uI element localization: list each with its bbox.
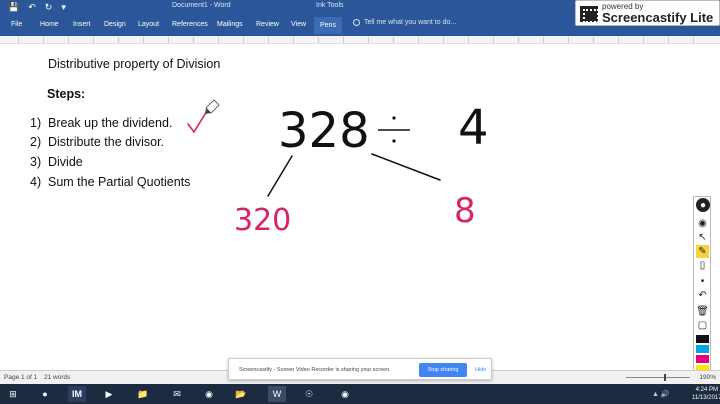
division-sign-ink: [378, 116, 410, 143]
eraser-icon[interactable]: ▯: [696, 259, 709, 272]
tab-insert[interactable]: Insert: [70, 19, 94, 31]
ink-tools-label: Ink Tools: [316, 2, 344, 9]
ruler: [0, 36, 720, 44]
system-tray[interactable]: ▲ 🔊: [652, 390, 670, 398]
step-number: 1): [30, 116, 42, 130]
zoom-level[interactable]: 190%: [699, 374, 716, 381]
ruler-ticks: [18, 37, 698, 43]
tab-design[interactable]: Design: [101, 19, 129, 31]
document-heading: Distributive property of Division: [48, 57, 221, 71]
step-number: 2): [30, 135, 42, 149]
explorer-icon[interactable]: 📁: [134, 386, 152, 402]
outlook-icon[interactable]: ✉: [168, 386, 186, 402]
step-text: Distribute the divisor.: [48, 135, 165, 149]
tab-mailings[interactable]: Mailings: [214, 19, 246, 31]
clock[interactable]: 4:24 PM 11/13/2017: [692, 386, 720, 402]
tab-layout[interactable]: Layout: [135, 19, 162, 31]
step-text: Divide: [48, 155, 83, 169]
redo-icon[interactable]: ↻: [45, 2, 53, 12]
color-magenta-swatch[interactable]: [696, 355, 709, 363]
media-icon[interactable]: ▶: [100, 386, 118, 402]
cursor-icon[interactable]: ↖: [696, 231, 709, 244]
eye-icon[interactable]: ◉: [696, 217, 709, 230]
tab-view[interactable]: View: [288, 19, 309, 31]
screencastify-logo-icon: [580, 6, 599, 23]
page-count[interactable]: Page 1 of 1: [4, 374, 37, 381]
step-item: 4) Sum the Partial Quotients: [30, 175, 190, 189]
clock-date: 11/13/2017: [692, 395, 720, 401]
clock-time: 4:24 PM: [695, 387, 718, 393]
step-item: 1) Break up the dividend.: [30, 116, 172, 130]
customize-qa-icon[interactable]: ▾: [61, 2, 66, 12]
taskbar: ⊞ ● IM ▶ 📁 ✉ ◉ 📂 W ☉ ◉ ▲ 🔊 4:24 PM 11/13…: [0, 384, 720, 404]
quick-access-toolbar: 💾 ↶ ↻ ▾: [8, 2, 66, 12]
step-text: Break up the dividend.: [48, 116, 173, 130]
zoom-slider[interactable]: [626, 377, 690, 378]
steps-label: Steps:: [47, 87, 86, 101]
right-branch-ink: [371, 153, 441, 181]
color-black-swatch[interactable]: [696, 335, 709, 343]
tab-pens[interactable]: Pens: [314, 17, 342, 34]
folder-icon[interactable]: 📂: [232, 386, 250, 402]
tell-me-text: Tell me what you want to do...: [364, 19, 457, 26]
document-title: Document1 - Word: [172, 2, 231, 9]
share-message: Screencastify - Screen Video Recorder is…: [239, 367, 391, 373]
step-item: 3) Divide: [30, 155, 83, 169]
screencastify-name: Screencastify Lite: [602, 10, 714, 25]
partial-divisor-ink: 8: [454, 191, 476, 231]
step-text: Sum the Partial Quotients: [48, 175, 191, 189]
word-count[interactable]: 21 words: [44, 374, 70, 381]
step-number: 3): [30, 155, 42, 169]
document-canvas[interactable]: Distributive property of Division Steps:…: [0, 44, 720, 394]
tab-review[interactable]: Review: [253, 19, 282, 31]
trash-icon[interactable]: 🗑: [696, 305, 709, 318]
chrome-icon[interactable]: ◉: [200, 386, 218, 402]
highlighter-icon[interactable]: ✎: [696, 245, 709, 258]
lightbulb-icon[interactable]: ●: [696, 198, 710, 212]
undo-icon[interactable]: ↶: [696, 289, 709, 302]
undo-icon[interactable]: ↶: [28, 2, 36, 12]
ink-layer: 328 4 320 8: [187, 99, 489, 238]
tab-home[interactable]: Home: [37, 19, 62, 31]
lightbulb-icon: [353, 19, 360, 26]
divisor-ink: 4: [458, 100, 489, 156]
word-window: 💾 ↶ ↻ ▾ Document1 - Word Ink Tools File …: [0, 0, 720, 404]
checkmark-ink: [187, 105, 211, 134]
stop-sharing-button[interactable]: Stop sharing: [419, 363, 467, 377]
word-icon[interactable]: W: [268, 386, 286, 402]
pen-toolbar: ● ◉ ↖ ✎ ▯ • ↶ 🗑 ▢: [693, 196, 711, 394]
save-icon[interactable]: 💾: [8, 2, 19, 12]
screencastify-badge: powered by Screencastify Lite: [575, 0, 720, 26]
tab-file[interactable]: File: [8, 19, 25, 31]
pen-cursor-icon: [205, 99, 220, 114]
screen-share-notice: Screencastify - Screen Video Recorder is…: [228, 358, 492, 380]
tell-me-box[interactable]: Tell me what you want to do...: [353, 19, 456, 26]
hide-button[interactable]: Hide: [475, 367, 486, 373]
partial-dividend-ink: 320: [234, 203, 291, 238]
app-icon[interactable]: ●: [36, 386, 54, 402]
app-icon[interactable]: ◉: [336, 386, 354, 402]
zoom-slider-knob[interactable]: [664, 374, 666, 381]
dividend-ink: 328: [278, 103, 370, 159]
camera-icon[interactable]: ▢: [696, 319, 709, 332]
app-im-icon[interactable]: IM: [68, 386, 86, 402]
step-item: 2) Distribute the divisor.: [30, 135, 164, 149]
tab-references[interactable]: References: [169, 19, 211, 31]
dot-icon[interactable]: •: [696, 275, 709, 288]
left-branch-ink: [267, 155, 293, 197]
firefox-icon[interactable]: ☉: [300, 386, 318, 402]
step-number: 4): [30, 175, 42, 189]
start-icon[interactable]: ⊞: [4, 386, 22, 402]
color-cyan-swatch[interactable]: [696, 345, 709, 353]
